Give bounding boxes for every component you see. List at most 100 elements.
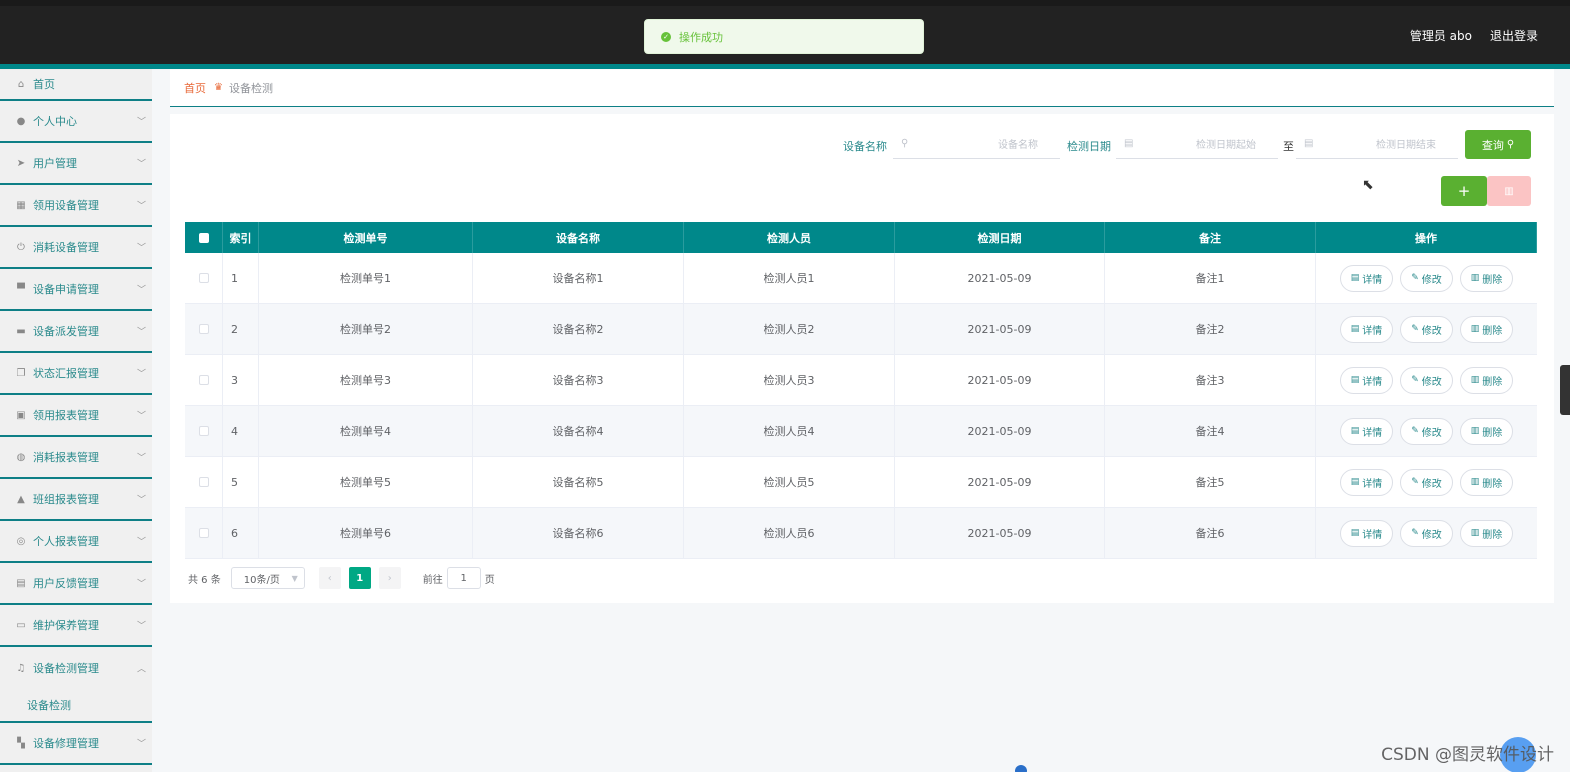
delete-button[interactable]: ▥ 删除	[1459, 417, 1514, 445]
date-end-input[interactable]: ▤ 检测日期结束	[1296, 129, 1458, 159]
sidebar-item-consume-equipment[interactable]: ⏻ 消耗设备管理 ﹀	[0, 227, 152, 269]
row-checkbox[interactable]	[198, 477, 209, 487]
header-inspection-date: 检测日期	[895, 222, 1105, 253]
goto-page-input[interactable]: 1	[446, 567, 481, 589]
page-number-current[interactable]: 1	[348, 567, 371, 589]
main-panel: 设备名称 ⚲ 设备名称 检测日期 ▤ 检测日期起始 至 ▤ 检测日期结束 查询 …	[170, 114, 1554, 603]
row-checkbox[interactable]	[198, 375, 209, 385]
user-icon: ●	[16, 115, 26, 127]
row-checkbox[interactable]	[198, 426, 209, 436]
detail-button[interactable]: ▤ 详情	[1339, 519, 1394, 547]
edit-button[interactable]: ✎ 修改	[1400, 417, 1453, 445]
trash-icon: ▥	[1470, 477, 1480, 487]
detail-button[interactable]: ▤ 详情	[1339, 315, 1394, 343]
inspection-table: 索引 检测单号 设备名称 检测人员 检测日期 备注 操作 1 检测单号1 设备名…	[185, 222, 1537, 559]
header-note: 备注	[1105, 222, 1316, 253]
sidebar-item-status-report[interactable]: ❐ 状态汇报管理 ﹀	[0, 353, 152, 395]
sidebar-item-borrow-equipment[interactable]: ▦ 领用设备管理 ﹀	[0, 185, 152, 227]
edit-button[interactable]: ✎ 修改	[1400, 468, 1453, 496]
row-actions: ▤ 详情 ✎ 修改 ▥ 删除	[1316, 457, 1537, 507]
sidebar-item-consume-report[interactable]: ◍ 消耗报表管理 ﹀	[0, 437, 152, 479]
query-button[interactable]: 查询 ⚲	[1465, 130, 1531, 159]
chart-icon: ▦	[16, 199, 26, 211]
delete-button[interactable]: ▥ 删除	[1459, 264, 1514, 292]
sidebar-item-profile[interactable]: ● 个人中心 ﹀	[0, 101, 152, 143]
sidebar-item-equipment-request[interactable]: ▀ 设备申请管理 ﹀	[0, 269, 152, 311]
sidebar-item-label: 消耗设备管理	[33, 241, 99, 254]
row-note: 备注5	[1105, 457, 1316, 507]
header-inspector: 检测人员	[684, 222, 895, 253]
chevron-down-icon: ﹀	[136, 327, 146, 338]
header-actions: 操作	[1316, 222, 1537, 253]
edit-button[interactable]: ✎ 修改	[1400, 315, 1453, 343]
home-icon: ⌂	[17, 78, 25, 90]
breadcrumb-home[interactable]: 首页	[184, 80, 206, 96]
edit-button[interactable]: ✎ 修改	[1400, 519, 1453, 547]
mouse-cursor-icon: ⬉	[1362, 177, 1374, 193]
detail-button[interactable]: ▤ 详情	[1339, 366, 1394, 394]
chevron-down-icon: ﹀	[136, 739, 146, 750]
header-checkbox-cell[interactable]	[185, 222, 223, 253]
delete-button[interactable]: ▥ 删除	[1459, 315, 1514, 343]
sidebar-item-maintenance[interactable]: ▭ 维护保养管理 ﹀	[0, 605, 152, 647]
edit-button[interactable]: ✎ 修改	[1400, 366, 1453, 394]
add-button[interactable]: +	[1441, 176, 1487, 206]
prev-page-button[interactable]: ‹	[318, 567, 341, 589]
row-inspector: 检测人员3	[684, 355, 895, 405]
row-actions: ▤ 详情 ✎ 修改 ▥ 删除	[1316, 508, 1537, 558]
calendar-icon: ▤	[1124, 138, 1134, 149]
row-checkbox[interactable]	[198, 273, 209, 283]
document-icon: ▤	[1350, 477, 1360, 487]
chevron-up-icon: ︿	[136, 664, 146, 675]
table-row: 6 检测单号6 设备名称6 检测人员6 2021-05-09 备注6 ▤ 详情 ✎…	[185, 508, 1537, 559]
sidebar-item-inspection[interactable]: ♫ 设备检测管理 ︿	[0, 647, 152, 689]
detail-button[interactable]: ▤ 详情	[1339, 468, 1394, 496]
side-drawer-handle[interactable]	[1560, 365, 1570, 415]
floating-dot	[1015, 765, 1027, 772]
sidebar-subitem-inspection[interactable]: 设备检测	[0, 689, 152, 723]
current-user[interactable]: 管理员 abo	[1410, 27, 1472, 44]
goto-label: 前往	[422, 574, 443, 586]
sidebar-item-user-feedback[interactable]: ▤ 用户反馈管理 ﹀	[0, 563, 152, 605]
row-index: 2	[223, 304, 259, 354]
edit-button[interactable]: ✎ 修改	[1400, 264, 1453, 292]
sidebar-item-label: 消耗报表管理	[33, 451, 99, 464]
delete-button[interactable]: ▥ 删除	[1459, 519, 1514, 547]
sidebar-item-repair[interactable]: ▚ 设备修理管理 ﹀	[0, 723, 152, 765]
row-checkbox[interactable]	[198, 324, 209, 334]
date-start-input[interactable]: ▤ 检测日期起始	[1116, 129, 1278, 159]
calendar-icon: ▤	[1304, 138, 1314, 149]
delete-button[interactable]: ▥ 删除	[1459, 366, 1514, 394]
search-icon: ⚲	[1506, 139, 1515, 150]
sidebar-item-users[interactable]: ➤ 用户管理 ﹀	[0, 143, 152, 185]
sidebar-item-equipment-dispatch[interactable]: ▬ 设备派发管理 ﹀	[0, 311, 152, 353]
sidebar-item-borrow-report[interactable]: ▣ 领用报表管理 ﹀	[0, 395, 152, 437]
detail-button[interactable]: ▤ 详情	[1339, 417, 1394, 445]
sidebar-item-label: 设备检测管理	[33, 662, 99, 675]
sidebar-item-personal-report[interactable]: ◎ 个人报表管理 ﹀	[0, 521, 152, 563]
trash-icon: ▥	[1504, 185, 1514, 197]
name-search-input[interactable]: ⚲ 设备名称	[893, 129, 1060, 159]
delete-button[interactable]: ▥ 删除	[1459, 468, 1514, 496]
user-solid-icon: ▲	[17, 493, 25, 505]
row-note: 备注2	[1105, 304, 1316, 354]
total-count: 共 6 条	[188, 574, 221, 586]
page-size-select[interactable]: 10条/页 ▼	[230, 567, 305, 589]
row-checkbox[interactable]	[198, 528, 209, 538]
row-actions: ▤ 详情 ✎ 修改 ▥ 删除	[1316, 253, 1537, 303]
trash-icon: ▥	[1470, 426, 1480, 436]
row-inspection-date: 2021-05-09	[895, 253, 1105, 303]
batch-delete-button[interactable]: ▥	[1487, 176, 1531, 206]
detail-button[interactable]: ▤ 详情	[1339, 264, 1394, 292]
bell-icon: ♫	[16, 662, 26, 674]
sidebar-item-team-report[interactable]: ▲ 班组报表管理 ﹀	[0, 479, 152, 521]
chevron-down-icon: ﹀	[136, 243, 146, 254]
select-all-checkbox[interactable]	[198, 232, 209, 243]
logout-button[interactable]: 退出登录	[1490, 27, 1538, 44]
plus-icon: +	[1457, 182, 1471, 200]
row-actions: ▤ 详情 ✎ 修改 ▥ 删除	[1316, 355, 1537, 405]
sidebar-item-home[interactable]: ⌂ 首页	[0, 69, 152, 101]
next-page-button[interactable]: ›	[378, 567, 401, 589]
row-inspection-no: 检测单号1	[259, 253, 473, 303]
row-actions: ▤ 详情 ✎ 修改 ▥ 删除	[1316, 406, 1537, 456]
